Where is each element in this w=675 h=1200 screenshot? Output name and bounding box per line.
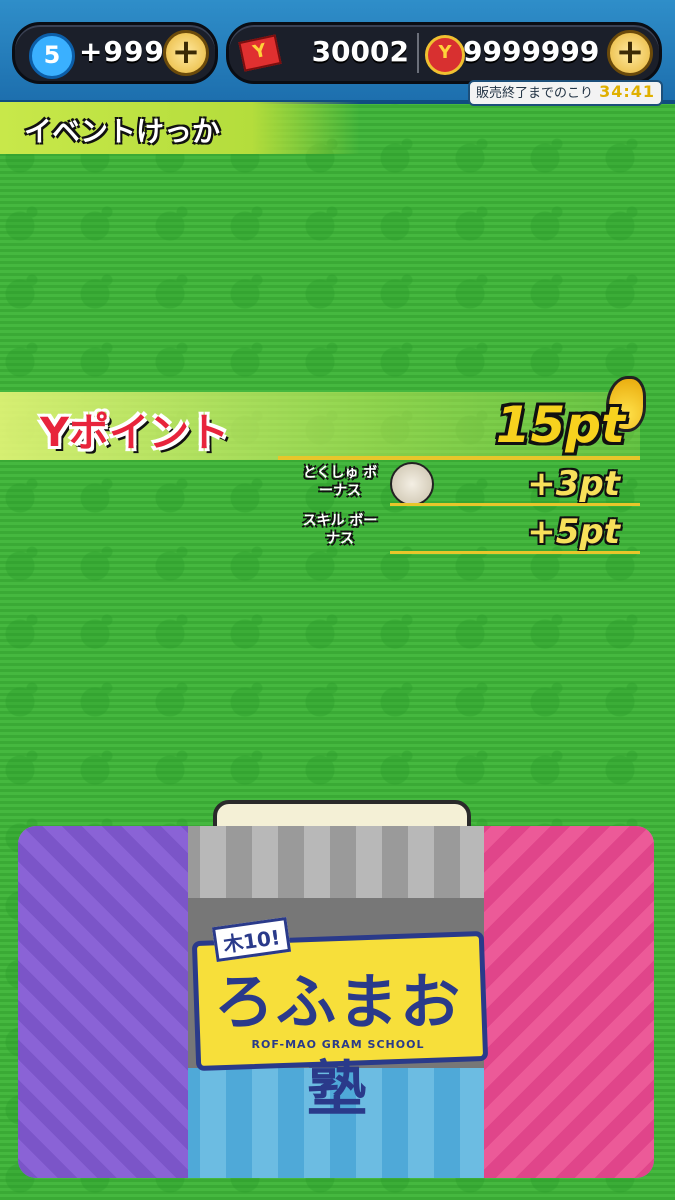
stamina-pill: 5 +999 +	[12, 22, 218, 84]
points-label: Yポイント	[40, 410, 229, 456]
level-badge: 5	[29, 33, 75, 79]
bonus-label: スキル ボーナス	[302, 513, 378, 547]
banner-wall-left	[18, 826, 188, 1178]
bonus-value: +5pt	[527, 512, 620, 552]
add-coins-button[interactable]: +	[607, 30, 653, 76]
sale-timer: 34:41	[599, 82, 655, 101]
bonus-underline	[390, 503, 640, 506]
page-title: イベントけっか	[24, 115, 221, 148]
bonus-label: とくしゅ ボーナス	[302, 465, 378, 499]
bonus-value: +3pt	[527, 464, 620, 504]
stamina-value: +999	[79, 35, 165, 68]
points-underline	[278, 456, 640, 460]
currency-pill: Y 30002 Y 9999999 +	[226, 22, 662, 84]
divider	[417, 33, 419, 73]
add-stamina-button[interactable]: +	[163, 30, 209, 76]
coin-count: 9999999	[463, 35, 600, 68]
currency-bar: 5 +999 + Y 30002 Y 9999999 + 販売終了までのこり 34…	[0, 0, 675, 106]
points-total: 15pt	[495, 396, 625, 454]
bonus-underline	[390, 551, 640, 554]
banner-wall-right	[484, 826, 654, 1178]
logo-subtitle: ROF-MAO GRAM SCHOOL	[251, 1038, 425, 1051]
sale-timer-badge: 販売終了までのこり 34:41	[468, 80, 663, 106]
character-avatar	[390, 462, 434, 506]
coin-icon: Y	[425, 35, 465, 75]
result-header: イベントけっか	[0, 102, 360, 154]
bonus-row-special: とくしゅ ボーナス +3pt	[300, 462, 640, 508]
collab-banner[interactable]: 木10! ろふまお塾 ROF-MAO GRAM SCHOOL	[18, 826, 654, 1178]
sale-label: 販売終了までのこり	[476, 86, 594, 101]
ticket-count: 30002	[311, 35, 409, 68]
bonus-row-skill: スキル ボーナス +5pt	[300, 510, 640, 556]
ticket-icon: Y	[238, 34, 282, 72]
